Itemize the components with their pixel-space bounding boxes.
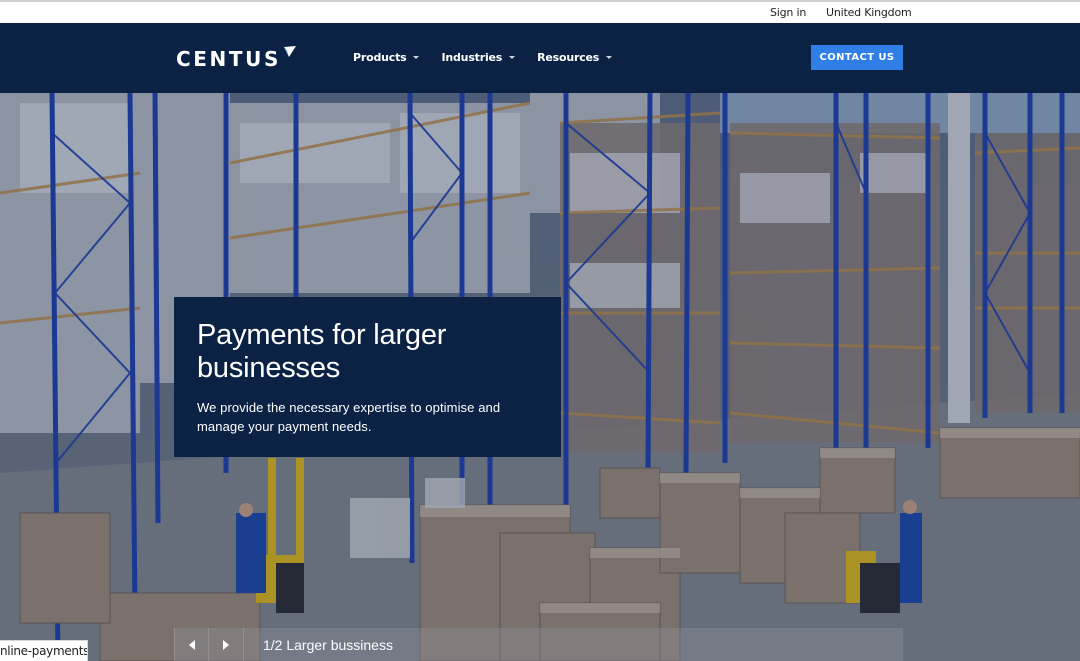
region-selector[interactable]: United Kingdom [826, 6, 912, 19]
carousel-slide-label: 1/2 Larger bussiness [263, 637, 393, 653]
main-nav: Products Industries Resources [353, 51, 613, 64]
caret-down-icon [606, 56, 613, 59]
caret-down-icon [509, 56, 516, 59]
utility-bar: Sign in United Kingdom [0, 0, 1080, 23]
nav-products[interactable]: Products [353, 51, 420, 64]
site-header: CENTUS Products Industries Resources CON… [0, 23, 1080, 93]
arrow-left-icon [188, 639, 195, 650]
carousel-next-button[interactable] [209, 628, 244, 661]
nav-industries[interactable]: Industries [441, 51, 516, 64]
nav-products-label: Products [353, 51, 407, 64]
hero-banner: Payments for larger businesses We provid… [0, 93, 1080, 661]
carousel-prev-button[interactable] [174, 628, 209, 661]
carousel-controls: 1/2 Larger bussiness [174, 628, 903, 661]
nav-industries-label: Industries [441, 51, 503, 64]
arrow-flag-icon [283, 46, 296, 57]
contact-us-button[interactable]: CONTACT US [811, 45, 903, 70]
logo[interactable]: CENTUS [176, 46, 297, 71]
status-bar-link-preview: nline-payments [0, 640, 88, 661]
nav-resources[interactable]: Resources [537, 51, 613, 64]
logo-text: CENTUS [176, 47, 281, 71]
hero-description: We provide the necessary expertise to op… [197, 400, 501, 434]
hero-caption: Payments for larger businesses We provid… [174, 297, 561, 457]
hero-title: Payments for larger businesses [197, 319, 447, 384]
sign-in-link[interactable]: Sign in [770, 6, 806, 19]
nav-resources-label: Resources [537, 51, 600, 64]
caret-down-icon [413, 56, 420, 59]
arrow-right-icon [223, 639, 229, 650]
